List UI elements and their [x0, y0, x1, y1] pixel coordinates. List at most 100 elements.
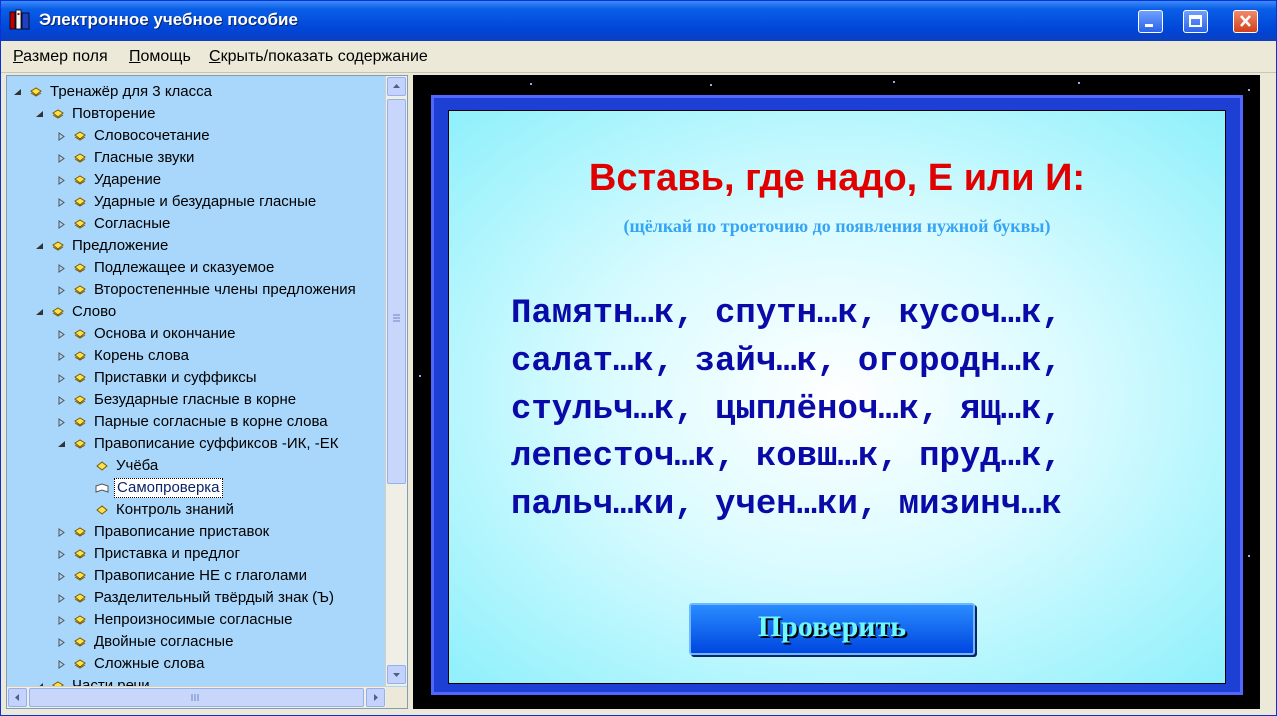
exercise-line[interactable]: салат…к, зайч…к, огородн…к, [511, 343, 1062, 381]
expanded-triangle-icon[interactable] [35, 308, 44, 317]
tree-item[interactable]: Самопроверка [79, 477, 223, 499]
expanded-triangle-icon[interactable] [57, 440, 66, 449]
collapsed-triangle-icon[interactable] [57, 197, 66, 207]
book-icon [74, 329, 86, 339]
collapsed-triangle-icon[interactable] [57, 285, 66, 295]
contents-tree[interactable]: Части речиСложные словаДвойные согласные… [6, 75, 408, 709]
tree-item-label: Согласные [94, 215, 171, 232]
collapsed-triangle-icon[interactable] [57, 153, 66, 163]
tree-item[interactable]: Словосочетание [57, 125, 212, 147]
tree-spacer [79, 506, 88, 515]
collapsed-triangle-icon[interactable] [57, 351, 66, 361]
book-icon [52, 109, 64, 119]
tree-item-label: Слово [72, 303, 117, 320]
tree-item[interactable]: Предложение [35, 235, 170, 257]
scroll-thumb[interactable] [387, 99, 406, 484]
collapsed-triangle-icon[interactable] [57, 637, 66, 647]
book-icon [74, 637, 86, 647]
tree-item[interactable]: Учёба [79, 455, 160, 477]
book-icon [74, 439, 86, 449]
expanded-triangle-icon[interactable] [35, 242, 44, 251]
book-icon [74, 197, 86, 207]
exercise-line[interactable]: Памятн…к, спутн…к, кусоч…к, [511, 295, 1062, 333]
title-bar[interactable]: Электронное учебное пособие [1, 1, 1276, 41]
tree-item-label: Парные согласные в корне слова [94, 413, 328, 430]
collapsed-triangle-icon[interactable] [57, 373, 66, 383]
star-decoration [893, 81, 895, 83]
tree-item[interactable]: Непроизносимые согласные [57, 609, 295, 631]
tree-item[interactable]: Основа и окончание [57, 323, 238, 345]
collapsed-triangle-icon[interactable] [57, 395, 66, 405]
collapsed-triangle-icon[interactable] [57, 329, 66, 339]
star-decoration [530, 83, 532, 85]
tree-item[interactable]: Гласные звуки [57, 147, 196, 169]
tree-item[interactable]: Слово [35, 301, 118, 323]
exercise-line[interactable]: лепесточ…к, ковш…к, пруд…к, [511, 438, 1062, 476]
collapsed-triangle-icon[interactable] [57, 615, 66, 625]
tree-item[interactable]: Приставки и суффиксы [57, 367, 259, 389]
scroll-up-button[interactable] [387, 77, 406, 96]
tree-item-label: Правописание НЕ с глаголами [94, 567, 307, 584]
menu-toggle-contents[interactable]: Скрыть/показать содержание [209, 48, 428, 66]
tree-item[interactable]: Второстепенные члены предложения [57, 279, 358, 301]
collapsed-triangle-icon[interactable] [57, 175, 66, 185]
collapsed-triangle-icon[interactable] [57, 549, 66, 559]
collapsed-triangle-icon[interactable] [57, 527, 66, 537]
tree-item[interactable]: Правописание суффиксов -ИК, -ЕК [57, 433, 340, 455]
exercise-line[interactable]: стульч…к, цыплёноч…к, ящ…к, [511, 391, 1062, 429]
exercise-line[interactable]: пальч…ки, учен…ки, мизинч…к [511, 486, 1062, 524]
tree-item[interactable]: Согласные [57, 213, 172, 235]
star-decoration [1248, 555, 1250, 557]
tree-item-label: Основа и окончание [94, 325, 236, 342]
tree-item-label: Приставка и предлог [94, 545, 240, 562]
check-button[interactable]: Проверить [689, 603, 975, 655]
expanded-triangle-icon[interactable] [13, 88, 22, 97]
collapsed-triangle-icon[interactable] [57, 593, 66, 603]
scroll-down-button[interactable] [387, 665, 406, 684]
collapsed-triangle-icon[interactable] [57, 571, 66, 581]
minimize-icon [1145, 24, 1153, 27]
tree-item-label: Предложение [72, 237, 169, 254]
menu-field-size[interactable]: Размер поля [13, 48, 108, 66]
tree-spacer [79, 462, 88, 471]
tree-item[interactable]: Безударные гласные в корне [57, 389, 298, 411]
tree-item[interactable]: Разделительный твёрдый знак (Ъ) [57, 587, 336, 609]
tree-item-label: Учёба [116, 457, 159, 474]
collapsed-triangle-icon[interactable] [57, 219, 66, 229]
maximize-icon [1189, 15, 1202, 27]
tree-item[interactable]: Контроль знаний [79, 499, 236, 521]
tree-item[interactable]: Сложные слова [57, 653, 206, 675]
tree-item[interactable]: Правописание приставок [57, 521, 271, 543]
collapsed-triangle-icon[interactable] [57, 659, 66, 669]
exercise-card: Вставь, где надо, Е или И: (щёлкай по тр… [448, 110, 1226, 684]
tree-item[interactable]: Тренажёр для 3 класса [13, 81, 214, 103]
tree-item[interactable]: Повторение [35, 103, 158, 125]
tree-item-label: Ударные и безударные гласные [94, 193, 317, 210]
horizontal-scroll-thumb[interactable] [29, 688, 364, 707]
tree-item[interactable]: Корень слова [57, 345, 191, 367]
close-button[interactable] [1233, 10, 1258, 33]
tree-item[interactable]: Правописание НЕ с глаголами [57, 565, 309, 587]
menu-help[interactable]: Помощь [129, 48, 191, 66]
tree-item[interactable]: Двойные согласные [57, 631, 235, 653]
expanded-triangle-icon[interactable] [35, 110, 44, 119]
scroll-right-button[interactable] [366, 688, 385, 707]
tree-item[interactable]: Ударение [57, 169, 163, 191]
book-icon [74, 263, 86, 273]
collapsed-triangle-icon[interactable] [57, 417, 66, 427]
tree-item[interactable]: Подлежащее и сказуемое [57, 257, 276, 279]
minimize-button[interactable] [1138, 10, 1163, 33]
maximize-button[interactable] [1183, 10, 1208, 33]
tree-vertical-scrollbar[interactable] [385, 76, 407, 686]
collapsed-triangle-icon[interactable] [57, 131, 66, 141]
menu-accel: Р [13, 48, 24, 65]
tree-horizontal-scrollbar[interactable] [7, 686, 387, 708]
book-icon [74, 285, 86, 295]
tree-item[interactable]: Парные согласные в корне слова [57, 411, 330, 433]
menu-accel: П [129, 48, 141, 65]
scroll-left-button[interactable] [8, 688, 27, 707]
books-icon [9, 9, 30, 30]
collapsed-triangle-icon[interactable] [57, 263, 66, 273]
tree-item[interactable]: Приставка и предлог [57, 543, 242, 565]
tree-item[interactable]: Ударные и безударные гласные [57, 191, 318, 213]
